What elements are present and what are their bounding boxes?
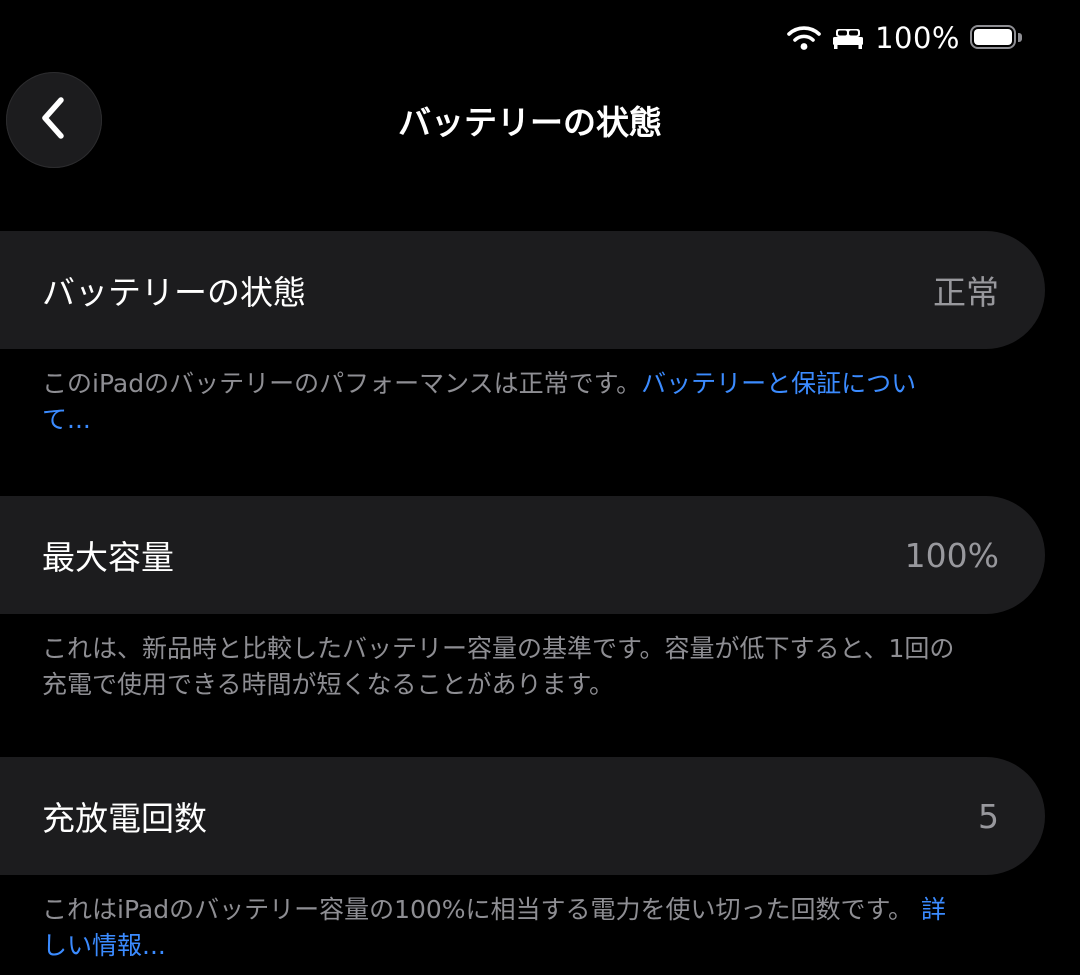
page-title: バッテリーの状態 [398, 103, 662, 142]
battery-level-fill [974, 29, 1012, 45]
status-bar: 100% [787, 18, 1022, 58]
cycle-count-row: 充放電回数 5 [0, 757, 1045, 875]
cycle-count-value: 5 [978, 796, 999, 836]
battery-health-value: 正常 [933, 273, 999, 312]
cycle-count-footnote: これはiPadのバッテリー容量の100%に相当する電力を使い切った回数です。 詳… [42, 892, 962, 964]
cycle-count-footnote-text: これはiPadのバッテリー容量の100%に相当する電力を使い切った回数です。 [42, 895, 914, 924]
battery-health-footnote-text: このiPadのバッテリーのパフォーマンスは正常です。 [42, 369, 642, 398]
battery-health-label: バッテリーの状態 [42, 273, 306, 312]
bed-icon [831, 25, 865, 51]
cycle-count-label: 充放電回数 [42, 799, 207, 838]
maximum-capacity-label: 最大容量 [42, 538, 174, 577]
battery-percentage: 100% [875, 21, 960, 55]
maximum-capacity-footnote: これは、新品時と比較したバッテリー容量の基準です。容量が低下すると、1回の充電で… [42, 631, 962, 703]
maximum-capacity-value: 100% [904, 535, 999, 575]
maximum-capacity-footnote-text: これは、新品時と比較したバッテリー容量の基準です。容量が低下すると、1回の充電で… [42, 634, 955, 699]
maximum-capacity-row: 最大容量 100% [0, 496, 1045, 614]
battery-health-footnote: このiPadのバッテリーのパフォーマンスは正常です。バッテリーと保証について..… [42, 366, 962, 438]
battery-icon [970, 25, 1022, 51]
battery-health-row[interactable]: バッテリーの状態 正常 [0, 231, 1045, 349]
wifi-icon [787, 25, 821, 51]
